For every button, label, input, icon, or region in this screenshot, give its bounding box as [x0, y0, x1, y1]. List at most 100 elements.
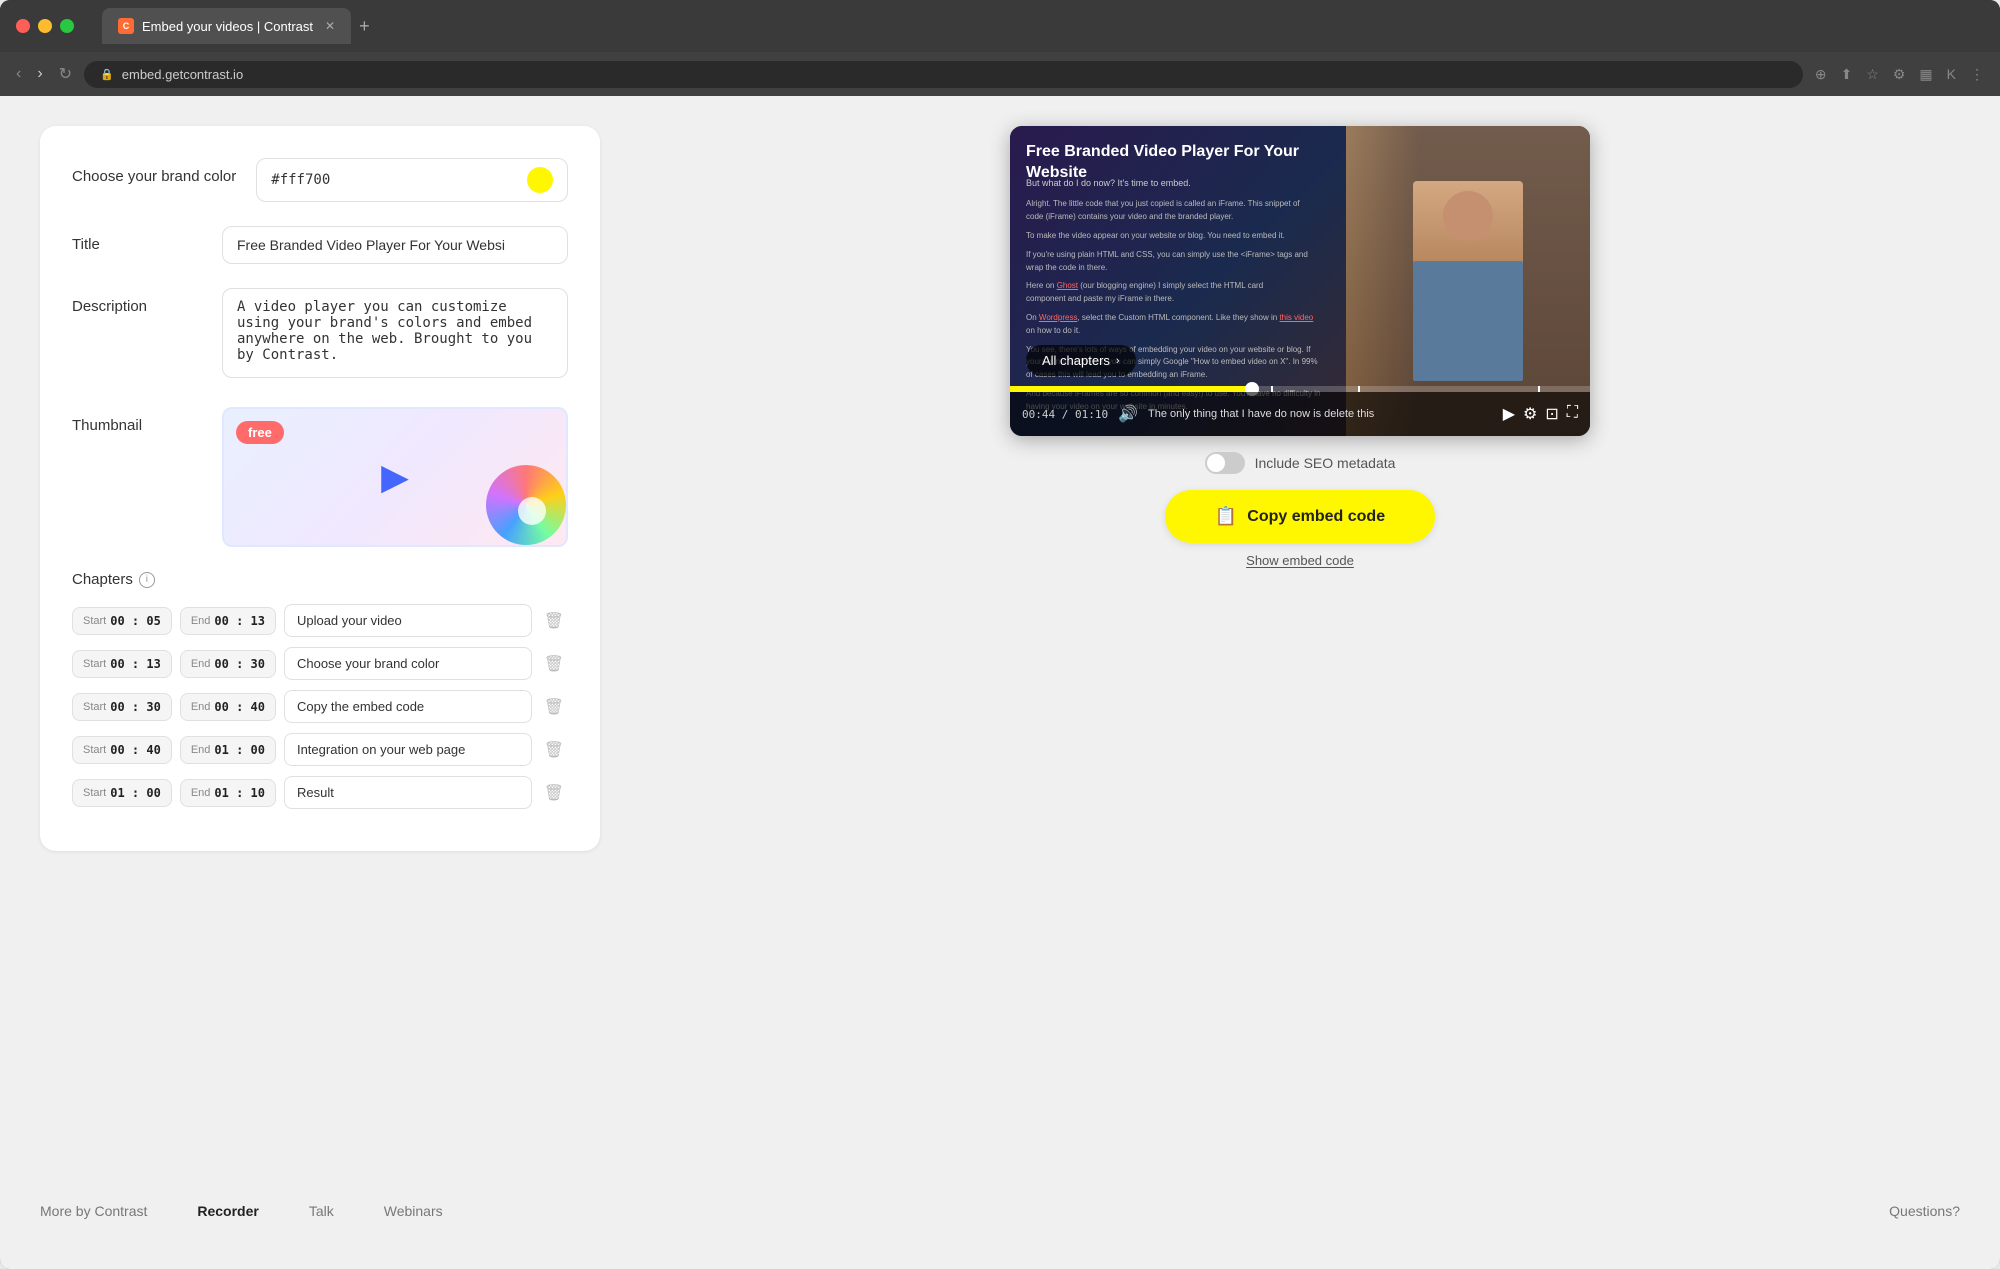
lock-icon: 🔒 [100, 68, 114, 81]
bookmark-icon[interactable]: ☆ [1862, 62, 1883, 87]
chapter-2-name[interactable] [284, 647, 532, 680]
footer-more-by-contrast[interactable]: More by Contrast [40, 1203, 147, 1219]
play-pause-button[interactable]: ▶ [1503, 404, 1515, 424]
start-label-3: Start [83, 701, 106, 713]
footer: More by Contrast Recorder Talk Webinars … [40, 1179, 1960, 1229]
settings-icon[interactable]: ⚙ [1523, 404, 1537, 424]
chapter-1-start: Start 00 : 05 [72, 607, 172, 635]
brand-color-label: Choose your brand color [72, 158, 236, 185]
all-chapters-button[interactable]: All chapters › [1026, 345, 1136, 376]
chapter-4-name[interactable] [284, 733, 532, 766]
extensions-icon[interactable]: ⚙ [1889, 62, 1910, 87]
back-button[interactable]: ‹ [12, 61, 25, 87]
chapter-3-delete-btn[interactable]: 🗑 [540, 693, 568, 721]
description-input[interactable]: A video player you can customize using y… [222, 288, 568, 378]
body-shape [1413, 261, 1523, 381]
copy-icon: 📋 [1215, 506, 1237, 527]
chapter-2-end: End 00 : 30 [180, 650, 276, 678]
browser-frame: C Embed your videos | Contrast ✕ + ‹ › ↻… [0, 0, 2000, 1269]
chapter-1-delete-btn[interactable]: 🗑 [540, 607, 568, 635]
maximize-window-btn[interactable] [60, 19, 74, 33]
main-layout: Choose your brand color Title [40, 126, 1960, 1179]
thumbnail-free-badge: free [236, 421, 284, 444]
footer-recorder[interactable]: Recorder [197, 1203, 258, 1219]
left-panel: Choose your brand color Title [40, 126, 600, 851]
copy-embed-button[interactable]: 📋 Copy embed code [1165, 490, 1435, 543]
start-label-2: Start [83, 658, 106, 670]
forward-button[interactable]: › [33, 61, 46, 87]
end-time-4: 01 : 00 [214, 743, 265, 757]
browser-toolbar: ‹ › ↻ 🔒 embed.getcontrast.io ⊕ ⬆ ☆ ⚙ ▦ K… [0, 52, 2000, 96]
brand-color-control [256, 158, 568, 202]
chapter-row: Start 00 : 40 End 01 : 00 🗑 [72, 733, 568, 766]
footer-talk[interactable]: Talk [309, 1203, 334, 1219]
chapter-row: Start 00 : 13 End 00 : 30 🗑 [72, 647, 568, 680]
menu-icon[interactable]: ⋮ [1966, 62, 1988, 87]
title-input[interactable] [222, 226, 568, 264]
chapter-4-delete-btn[interactable]: 🗑 [540, 736, 568, 764]
thumbnail-row: Thumbnail free ▶ [72, 407, 568, 547]
footer-questions[interactable]: Questions? [1889, 1203, 1960, 1219]
page-content: Choose your brand color Title [0, 96, 2000, 1269]
chapters-info-icon[interactable]: i [139, 572, 155, 588]
close-window-btn[interactable] [16, 19, 30, 33]
chapter-3-name[interactable] [284, 690, 532, 723]
chapter-1-end: End 00 : 13 [180, 607, 276, 635]
brand-color-row: Choose your brand color [72, 158, 568, 202]
new-tab-button[interactable]: + [359, 16, 370, 37]
description-label: Description [72, 288, 202, 315]
description-row: Description A video player you can custo… [72, 288, 568, 383]
chapter-3-end: End 00 : 40 [180, 693, 276, 721]
volume-icon[interactable]: 🔊 [1118, 404, 1138, 424]
window-controls [16, 19, 74, 33]
color-input-wrapper[interactable] [256, 158, 568, 202]
video-time: 00:44 / 01:10 [1022, 408, 1108, 421]
chapter-5-name[interactable] [284, 776, 532, 809]
chapter-4-start: Start 00 : 40 [72, 736, 172, 764]
seo-toggle-switch[interactable] [1205, 452, 1245, 474]
color-swatch[interactable] [527, 167, 553, 193]
show-embed-code-link[interactable]: Show embed code [1246, 553, 1354, 568]
person-placeholder [1413, 181, 1523, 381]
active-tab[interactable]: C Embed your videos | Contrast ✕ [102, 8, 351, 44]
start-time-3: 00 : 30 [110, 700, 161, 714]
tab-close-btn[interactable]: ✕ [325, 19, 335, 33]
chapter-2-start: Start 00 : 13 [72, 650, 172, 678]
zoom-icon[interactable]: ⊕ [1811, 62, 1831, 87]
chapter-row: Start 00 : 05 End 00 : 13 🗑 [72, 604, 568, 637]
chapters-header: Chapters i [72, 571, 568, 588]
seo-toggle-label: Include SEO metadata [1255, 455, 1396, 471]
description-control: A video player you can customize using y… [222, 288, 568, 383]
video-subtitle: The only thing that I have do now is del… [1148, 408, 1493, 420]
chapters-btn-label: All chapters [1042, 353, 1110, 368]
pip-icon[interactable]: ⊡ [1545, 404, 1558, 424]
address-bar[interactable]: 🔒 embed.getcontrast.io [84, 61, 1803, 88]
color-hex-input[interactable] [271, 172, 517, 188]
start-label-5: Start [83, 787, 106, 799]
video-player: Free Branded Video Player For Your Websi… [1010, 126, 1590, 436]
chapter-5-delete-btn[interactable]: 🗑 [540, 779, 568, 807]
chapter-2-delete-btn[interactable]: 🗑 [540, 650, 568, 678]
start-time-5: 01 : 00 [110, 786, 161, 800]
fullscreen-icon[interactable]: ⛶ [1567, 404, 1578, 424]
minimize-window-btn[interactable] [38, 19, 52, 33]
end-label-1: End [191, 615, 211, 627]
chapter-1-name[interactable] [284, 604, 532, 637]
reload-button[interactable]: ↻ [55, 60, 76, 88]
total-time: 01:10 [1075, 408, 1108, 421]
title-label: Title [72, 226, 202, 253]
title-control [222, 226, 568, 264]
chapter-row: Start 01 : 00 End 01 : 10 🗑 [72, 776, 568, 809]
thumbnail-preview[interactable]: free ▶ [222, 407, 568, 547]
profile-icon[interactable]: K [1943, 62, 1960, 87]
share-icon[interactable]: ⬆ [1837, 62, 1857, 87]
time-separator: / [1062, 408, 1075, 421]
end-time-2: 00 : 30 [214, 657, 265, 671]
chapter-row: Start 00 : 30 End 00 : 40 🗑 [72, 690, 568, 723]
chapters-section: Chapters i Start 00 : 05 End 00 : 13 [72, 571, 568, 809]
footer-webinars[interactable]: Webinars [384, 1203, 443, 1219]
start-time-4: 00 : 40 [110, 743, 161, 757]
sidebar-icon[interactable]: ▦ [1915, 62, 1936, 87]
play-icon: ▶ [381, 456, 409, 498]
browser-titlebar: C Embed your videos | Contrast ✕ + [0, 0, 2000, 52]
